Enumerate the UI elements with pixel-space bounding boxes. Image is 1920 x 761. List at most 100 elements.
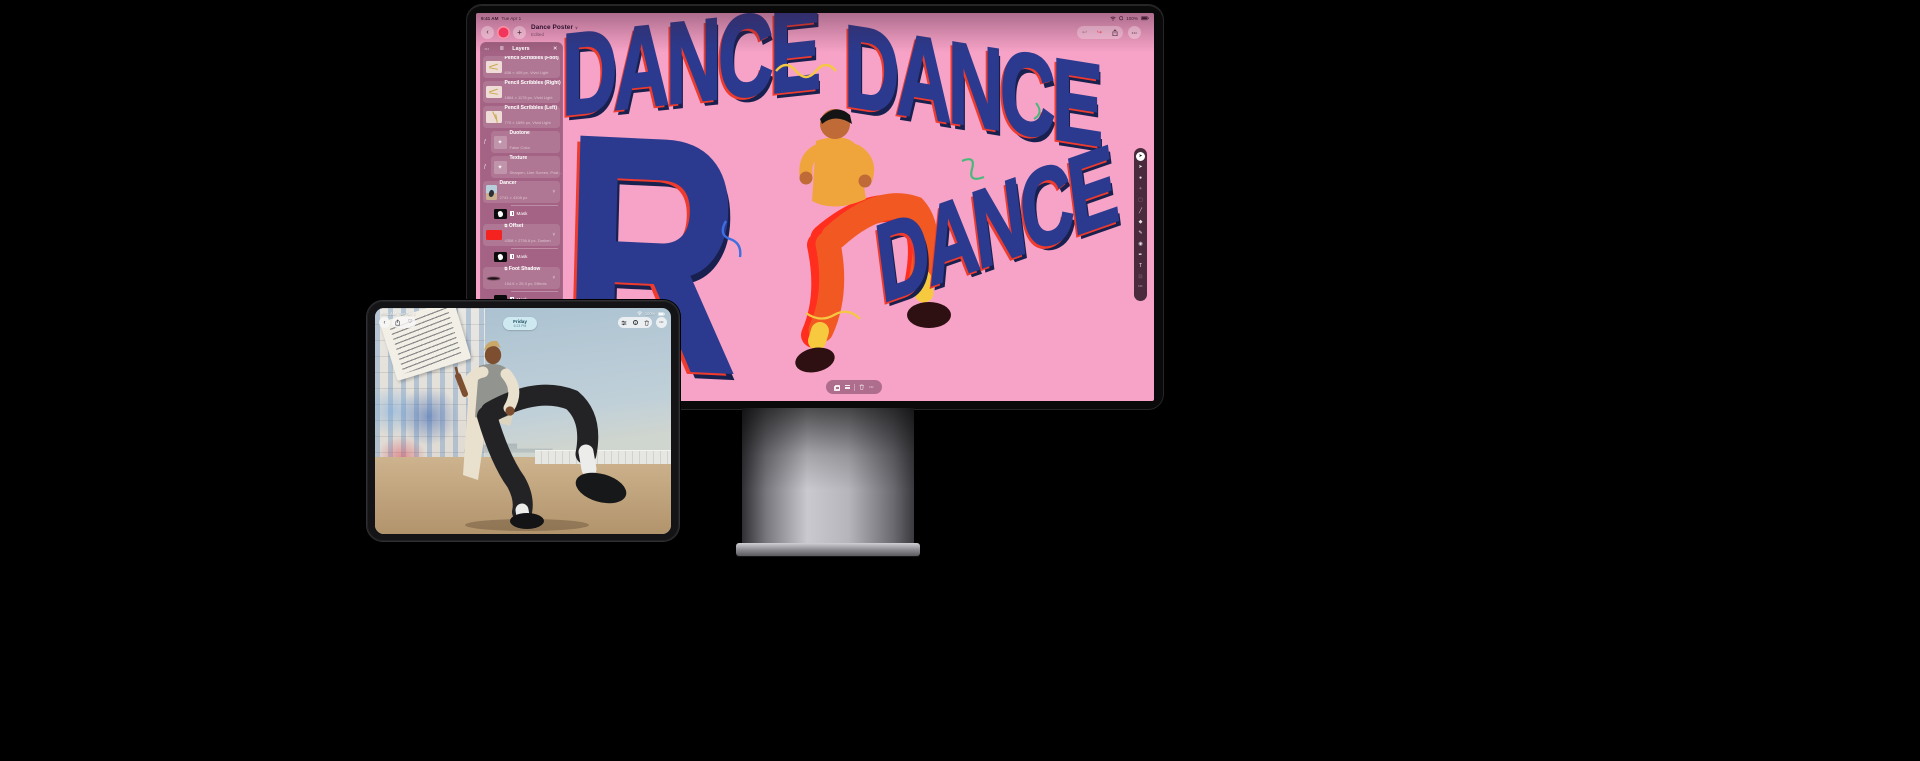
app-icon[interactable] bbox=[497, 26, 510, 39]
layer-thumbnail: ✦ bbox=[494, 136, 507, 149]
panel-menu-icon[interactable]: ••• bbox=[485, 47, 490, 51]
group-icon: ⧉ bbox=[505, 223, 508, 230]
canvas-bottom-toolbar: ••• bbox=[826, 380, 882, 394]
document-status: Edited bbox=[531, 32, 578, 37]
layer-thumbnail bbox=[486, 61, 502, 73]
layer-thumbnail bbox=[486, 185, 497, 200]
tool-palette: ➤ ➤ ● ✦ ▢ ╱ ◆ ✎ ◉ ✒ T ⊡ ••• bbox=[1134, 148, 1147, 301]
display-app-toolbar: ‹ + Dance Poster ∨ Edited ↩ ↪ ••• bbox=[481, 24, 1149, 43]
canvas-more-icon[interactable]: ••• bbox=[869, 385, 873, 389]
layer-meta: 4308 × 2736.8 px, Darken bbox=[505, 238, 551, 243]
tool-text[interactable]: T bbox=[1135, 261, 1146, 272]
title-chevron-icon: ∨ bbox=[575, 25, 578, 30]
mask-label: Mask bbox=[517, 254, 528, 259]
tool-crop[interactable]: ⊡ bbox=[1135, 272, 1146, 283]
mask-icon bbox=[510, 211, 515, 216]
share-icon[interactable] bbox=[395, 319, 400, 326]
layer-row[interactable]: ⧉Foot Shadow 154.6 × 25.3 px, Effects ∨ bbox=[483, 267, 560, 289]
mask-icon bbox=[510, 254, 515, 259]
ipad-screen: 9:41 AM Tue Apr 1 100% ‹ ♡ Friday bbox=[375, 308, 671, 534]
ipad-status-date: Tue Apr 1 bbox=[399, 311, 416, 316]
undo-icon[interactable]: ↩ bbox=[1082, 30, 1087, 36]
back-button[interactable]: ‹ bbox=[481, 26, 494, 39]
tool-pen[interactable]: ✒ bbox=[1135, 250, 1146, 261]
tool-color[interactable]: ◉ bbox=[1135, 239, 1146, 250]
layer-row[interactable]: ƒ ✦ Texture Sharpen, Line Screen, Post… bbox=[483, 156, 560, 178]
layer-row[interactable]: Pencil Scribbles (Left) 770 × 1695 px, V… bbox=[483, 106, 560, 128]
trash-icon[interactable] bbox=[859, 384, 864, 390]
tool-arrange[interactable]: ➤ bbox=[1135, 162, 1146, 173]
display-battery-percent: 100% bbox=[1126, 16, 1138, 21]
layer-row[interactable]: ƒ ✦ Duotone False Color bbox=[483, 131, 560, 153]
mask-label: Mask bbox=[517, 211, 528, 216]
ipad: 9:41 AM Tue Apr 1 100% ‹ ♡ Friday bbox=[366, 300, 680, 542]
tool-marquee[interactable]: ▢ bbox=[1135, 195, 1146, 206]
arrange-icon[interactable] bbox=[845, 385, 850, 389]
layers-panel-title: Layers bbox=[512, 46, 529, 52]
mask-row[interactable]: Mask bbox=[483, 249, 560, 264]
badge-time: 6:23 PM bbox=[514, 324, 527, 328]
layer-thumbnail bbox=[486, 230, 502, 240]
ipad-status-bar: 9:41 AM Tue Apr 1 100% bbox=[381, 311, 665, 317]
layer-row[interactable]: Dancer 2741 × 4108 px ∨ bbox=[483, 181, 560, 203]
layer-thumbnail bbox=[486, 111, 502, 123]
ipad-back-button[interactable]: ‹ bbox=[379, 317, 390, 328]
layer-name: Duotone bbox=[510, 130, 530, 137]
ipad-more-button[interactable]: ••• bbox=[656, 317, 667, 328]
duplicate-icon[interactable] bbox=[834, 385, 840, 390]
tool-shapes[interactable]: ✦ bbox=[1135, 184, 1146, 195]
layer-meta: Sharpen, Line Screen, Post… bbox=[510, 170, 563, 175]
chevron-down-icon[interactable]: ∨ bbox=[552, 189, 555, 195]
add-button[interactable]: + bbox=[513, 26, 526, 39]
layer-name: Offset bbox=[509, 223, 523, 230]
layer-row[interactable]: Pencil Scribbles (Right) 1864 × 1178 px,… bbox=[483, 81, 560, 103]
effects-badge: ƒ bbox=[484, 139, 487, 145]
mask-thumbnail bbox=[494, 209, 507, 219]
close-icon[interactable]: ✕ bbox=[553, 46, 558, 52]
chevron-down-icon[interactable]: ∨ bbox=[552, 232, 555, 238]
tool-move[interactable]: ➤ bbox=[1136, 152, 1145, 161]
panel-view-icon[interactable]: ≣ bbox=[500, 46, 505, 52]
share-favorite-pill: ♡ bbox=[392, 317, 416, 328]
tool-eraser[interactable]: ◆ bbox=[1135, 217, 1146, 228]
layer-name: Foot Shadow bbox=[509, 266, 540, 273]
display-status-time: 9:41 AM bbox=[481, 16, 498, 21]
battery-icon bbox=[1141, 16, 1149, 20]
layer-thumbnail: ✦ bbox=[494, 161, 507, 174]
wifi-icon bbox=[637, 311, 642, 315]
trash-icon[interactable] bbox=[644, 320, 649, 326]
layer-thumbnail bbox=[486, 274, 502, 282]
favorite-heart-icon[interactable]: ♡ bbox=[408, 320, 413, 326]
adjust-sliders-icon[interactable] bbox=[621, 320, 627, 326]
effects-badge: ƒ bbox=[484, 164, 487, 170]
layer-name: Pencil Scribbles (Foot) bbox=[505, 56, 559, 61]
document-title[interactable]: Dance Poster ∨ bbox=[531, 24, 578, 31]
layer-row[interactable]: Pencil Scribbles (Foot) 836 × 409 px, Vi… bbox=[483, 56, 560, 78]
more-button[interactable]: ••• bbox=[1128, 26, 1141, 39]
display-status-bar: 9:41 AM Tue Apr 1 100% bbox=[481, 15, 1149, 22]
display-stand bbox=[742, 408, 914, 545]
chevron-down-icon[interactable]: ∨ bbox=[552, 275, 555, 281]
tool-pencil[interactable]: ✎ bbox=[1135, 228, 1146, 239]
layer-meta: 1864 × 1178 px, Vivid Light bbox=[505, 95, 553, 100]
toolbar-divider bbox=[854, 384, 855, 391]
group-icon: ⧉ bbox=[505, 266, 508, 273]
photo-dancer bbox=[375, 308, 671, 534]
layer-meta: 154.6 × 25.3 px, Effects bbox=[505, 281, 547, 286]
mask-row[interactable]: Mask bbox=[483, 206, 560, 221]
display-status-date: Tue Apr 1 bbox=[501, 16, 521, 21]
redo-icon[interactable]: ↪ bbox=[1097, 30, 1102, 36]
edit-actions-pill: i bbox=[618, 317, 652, 328]
layer-row[interactable]: ⧉Offset 4308 × 2736.8 px, Darken ∨ bbox=[483, 224, 560, 246]
layer-name: Pencil Scribbles (Right) bbox=[505, 80, 561, 87]
layer-meta: 2741 × 4108 px bbox=[500, 195, 528, 200]
date-badge[interactable]: Friday 6:23 PM bbox=[503, 317, 537, 330]
mask-thumbnail bbox=[494, 252, 507, 262]
tool-retouch[interactable]: ● bbox=[1135, 173, 1146, 184]
tools-more-icon[interactable]: ••• bbox=[1138, 284, 1142, 288]
share-icon[interactable] bbox=[1112, 29, 1118, 37]
tool-brush[interactable]: ╱ bbox=[1135, 206, 1146, 217]
info-icon[interactable]: i bbox=[633, 320, 639, 326]
orientation-lock-icon bbox=[1119, 16, 1124, 21]
layer-name: Texture bbox=[510, 155, 528, 162]
